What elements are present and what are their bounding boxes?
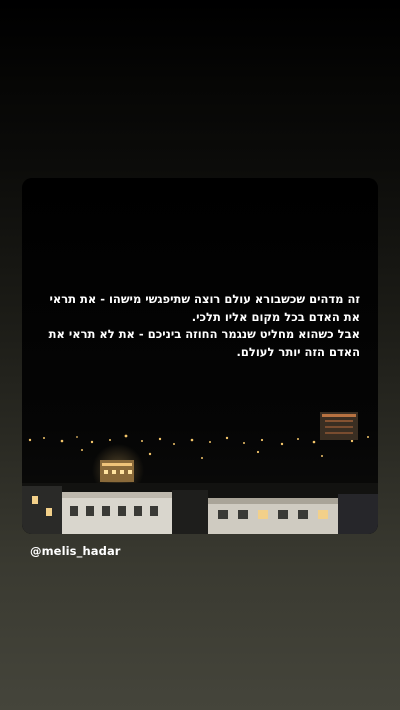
story-viewer: זה מדהים שכשבורא עולם רוצה שתיפגשי מישהו… [0,0,400,710]
hotel-building [320,412,358,440]
quote-line-2: אבל כשהוא מחליט שנגמר החוזה ביניכם - את … [48,327,360,359]
mention-sticker[interactable]: @melis_hadar [30,544,121,558]
post-quote-text: זה מדהים שכשבורא עולם רוצה שתיפגשי מישהו… [40,291,360,361]
shared-post-card[interactable]: זה מדהים שכשבורא עולם רוצה שתיפגשי מישהו… [22,178,378,534]
quote-line-1: זה מדהים שכשבורא עולם רוצה שתיפגשי מישהו… [49,292,360,324]
foreground-buildings [22,483,378,534]
